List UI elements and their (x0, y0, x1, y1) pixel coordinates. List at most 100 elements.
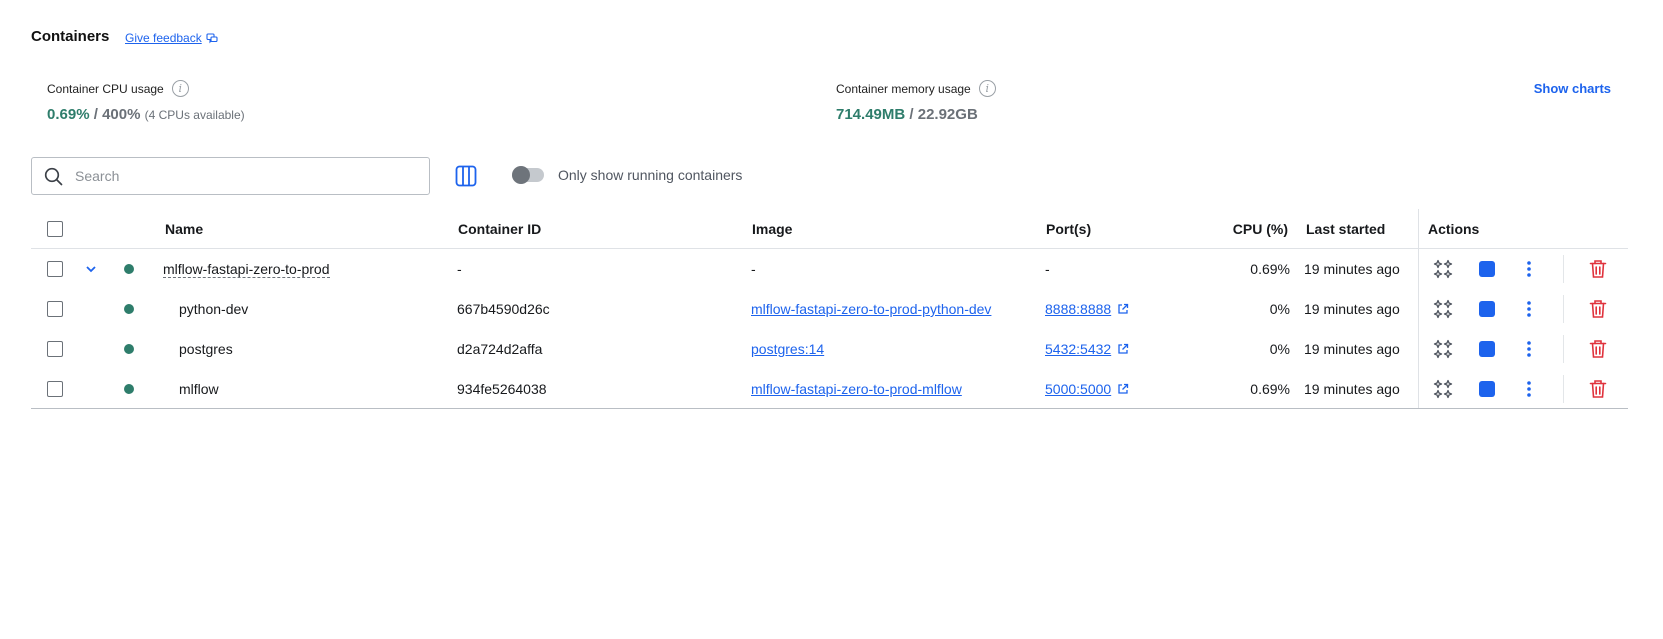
sparkle-icon (1433, 379, 1453, 399)
port-link[interactable]: 8888:8888 (1045, 289, 1129, 329)
show-charts-button[interactable]: Show charts (1534, 81, 1611, 96)
sparkle-ai-button[interactable] (1429, 295, 1457, 323)
column-header-name[interactable]: Name (165, 209, 203, 249)
kebab-menu-icon (1527, 341, 1531, 357)
cpu-usage-stat: Container CPU usage i 0.69% / 400% (4 CP… (47, 80, 245, 123)
cpu-usage-value: 0.69% / 400% (4 CPUs available) (47, 106, 245, 123)
stop-icon (1479, 261, 1495, 277)
cpu-usage-label: Container CPU usage (47, 81, 164, 96)
port-link-label[interactable]: 5432:5432 (1045, 341, 1111, 357)
container-image: - (751, 261, 756, 277)
stop-button[interactable] (1473, 335, 1501, 363)
more-actions-button[interactable] (1515, 295, 1543, 323)
give-feedback-label: Give feedback (125, 31, 202, 45)
port-link-label[interactable]: 5000:5000 (1045, 381, 1111, 397)
memory-usage-value: 714.49MB / 22.92GB (836, 106, 978, 123)
memory-total: 22.92GB (917, 106, 978, 123)
column-header-container-id[interactable]: Container ID (458, 209, 541, 249)
running-only-toggle[interactable] (512, 166, 544, 184)
container-last-started: 19 minutes ago (1304, 261, 1400, 277)
table-row[interactable]: mlflow-fastapi-zero-to-prod - - - 0.69% … (31, 249, 1628, 289)
delete-button[interactable] (1584, 335, 1612, 363)
delete-button[interactable] (1584, 375, 1612, 403)
info-icon[interactable]: i (171, 80, 189, 97)
trash-icon (1589, 340, 1607, 358)
port-link[interactable]: 5000:5000 (1045, 369, 1129, 409)
column-header-image[interactable]: Image (752, 209, 792, 249)
status-running-dot (124, 304, 134, 314)
external-link-icon (1118, 383, 1129, 394)
row-checkbox[interactable] (47, 381, 63, 397)
sparkle-ai-button[interactable] (1429, 255, 1457, 283)
table-row[interactable]: python-dev 667b4590d26c mlflow-fastapi-z… (31, 289, 1628, 329)
more-actions-button[interactable] (1515, 335, 1543, 363)
row-checkbox[interactable] (47, 261, 63, 277)
container-last-started: 19 minutes ago (1304, 301, 1400, 317)
column-header-last-started[interactable]: Last started (1306, 209, 1385, 249)
port-link-label[interactable]: 8888:8888 (1045, 301, 1111, 317)
more-actions-button[interactable] (1515, 375, 1543, 403)
action-separator (1563, 375, 1564, 403)
search-input[interactable] (75, 168, 395, 184)
cpu-used: 0.69% (47, 106, 90, 123)
delete-button[interactable] (1584, 295, 1612, 323)
action-separator (1563, 255, 1564, 283)
container-cpu: 0% (1269, 341, 1290, 357)
container-id: 667b4590d26c (457, 301, 550, 317)
row-checkbox[interactable] (47, 341, 63, 357)
trash-icon (1589, 300, 1607, 318)
image-link[interactable]: mlflow-fastapi-zero-to-prod-mlflow (751, 381, 962, 397)
column-header-actions: Actions (1428, 221, 1480, 237)
info-icon[interactable]: i (978, 80, 996, 97)
container-name[interactable]: mlflow (179, 369, 219, 409)
column-header-ports[interactable]: Port(s) (1046, 209, 1091, 249)
container-id: d2a724d2affa (457, 341, 543, 357)
table-row[interactable]: postgres d2a724d2affa postgres:14 5432:5… (31, 329, 1628, 369)
cpu-total: 400% (102, 106, 141, 123)
column-header-cpu[interactable]: CPU (%) (1181, 209, 1288, 249)
port-link[interactable]: 5432:5432 (1045, 329, 1129, 369)
stop-button[interactable] (1473, 375, 1501, 403)
kebab-menu-icon (1527, 381, 1531, 397)
delete-button[interactable] (1584, 255, 1612, 283)
sparkle-ai-button[interactable] (1429, 335, 1457, 363)
trash-icon (1589, 260, 1607, 278)
status-running-dot (124, 264, 134, 274)
memory-usage-stat: Container memory usage i 714.49MB / 22.9… (836, 80, 996, 123)
feedback-icon (206, 33, 218, 44)
sparkle-ai-button[interactable] (1429, 375, 1457, 403)
table-row[interactable]: mlflow 934fe5264038 mlflow-fastapi-zero-… (31, 369, 1628, 409)
page-title: Containers (31, 28, 110, 45)
toggle-knob (512, 166, 530, 184)
container-name[interactable]: mlflow-fastapi-zero-to-prod (163, 261, 330, 278)
stop-button[interactable] (1473, 255, 1501, 283)
give-feedback-link[interactable]: Give feedback (125, 31, 218, 45)
image-link[interactable]: postgres:14 (751, 341, 824, 357)
search-icon (44, 167, 63, 185)
container-cpu: 0.69% (1250, 381, 1290, 397)
sparkle-icon (1433, 259, 1453, 279)
search-box[interactable] (31, 157, 430, 195)
container-ports: - (1045, 261, 1050, 277)
cpu-note: (4 CPUs available) (144, 108, 245, 122)
memory-usage-label: Container memory usage (836, 81, 971, 96)
external-link-icon (1118, 303, 1129, 314)
row-checkbox[interactable] (47, 301, 63, 317)
select-all-checkbox[interactable] (47, 221, 63, 237)
sparkle-icon (1433, 339, 1453, 359)
stop-button[interactable] (1473, 295, 1501, 323)
container-cpu: 0% (1269, 301, 1290, 317)
kebab-menu-icon (1527, 261, 1531, 277)
container-cpu: 0.69% (1250, 261, 1290, 277)
stop-icon (1479, 381, 1495, 397)
columns-icon[interactable] (455, 165, 477, 187)
action-separator (1563, 335, 1564, 363)
table-header: Name Container ID Image Port(s) CPU (%) … (31, 209, 1628, 249)
status-running-dot (124, 344, 134, 354)
chevron-down-icon[interactable] (85, 263, 97, 275)
image-link[interactable]: mlflow-fastapi-zero-to-prod-python-dev (751, 301, 991, 317)
more-actions-button[interactable] (1515, 255, 1543, 283)
container-name[interactable]: postgres (179, 329, 233, 369)
trash-icon (1589, 380, 1607, 398)
container-name[interactable]: python-dev (179, 289, 248, 329)
